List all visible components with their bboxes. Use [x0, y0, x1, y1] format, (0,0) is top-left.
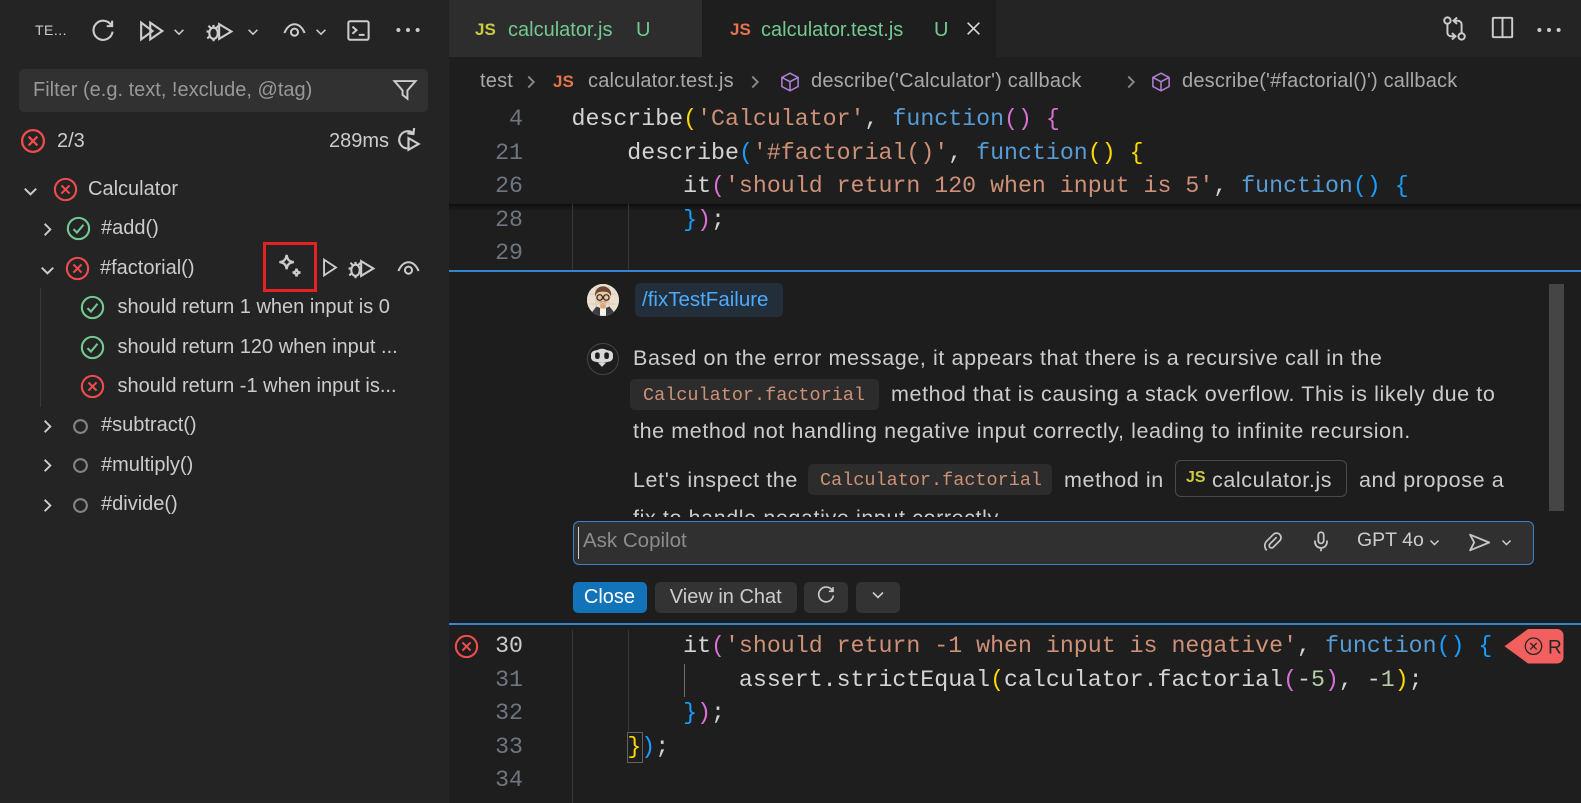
svg-text:R: R [1548, 638, 1562, 659]
